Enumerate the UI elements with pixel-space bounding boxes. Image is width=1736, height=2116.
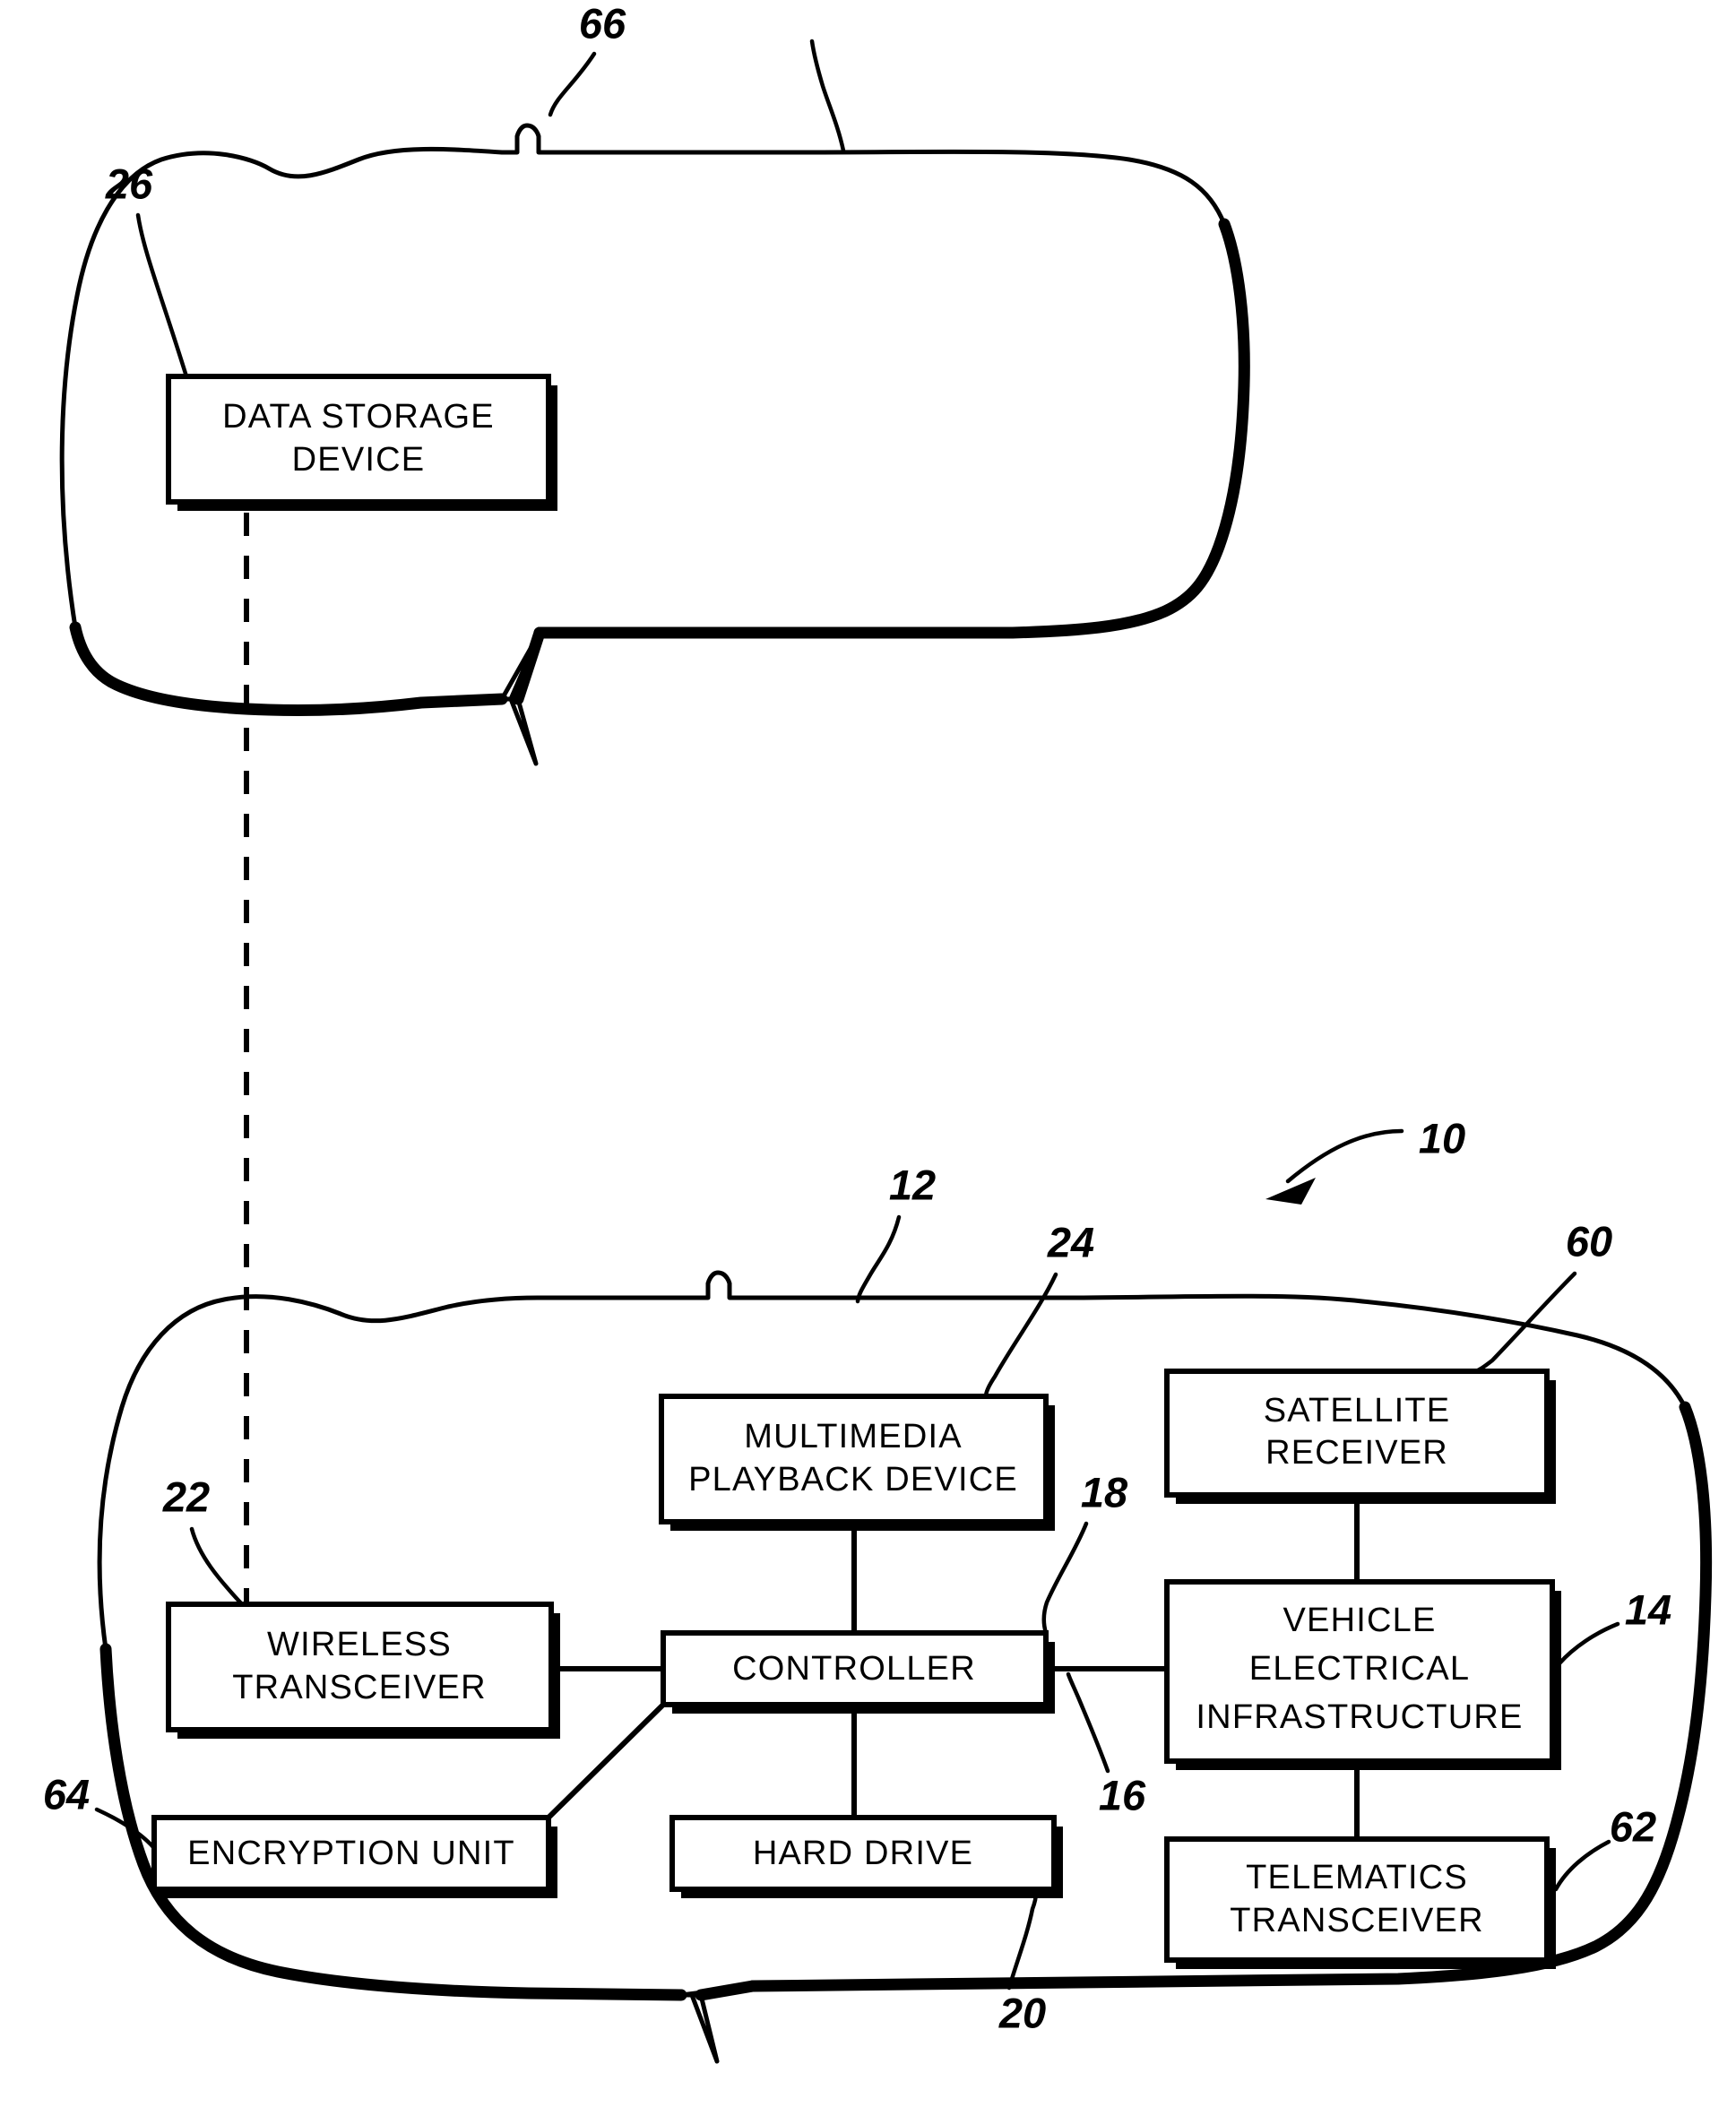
block-encryption-unit[interactable]: ENCRYPTION UNIT xyxy=(151,1815,557,1898)
patent-figure: 66 DATA STORAGE DEVICE 26 12 10 MULTIMED… xyxy=(0,0,1736,2116)
ref-24-leader-line xyxy=(983,1272,1058,1399)
controller-label: CONTROLLER xyxy=(732,1650,976,1688)
data-storage-device-label-line1: DATA STORAGE xyxy=(222,398,495,436)
encryption-unit-label: ENCRYPTION UNIT xyxy=(187,1835,515,1872)
ref-10-arrow-head xyxy=(1265,1178,1316,1205)
data-storage-device-box[interactable] xyxy=(166,374,551,505)
satellite-receiver-label-line1: SATELLITE xyxy=(1264,1392,1451,1429)
multimedia-playback-device-label-line1: MULTIMEDIA xyxy=(744,1418,963,1455)
diagram-canvas: 66 DATA STORAGE DEVICE 26 12 10 MULTIMED… xyxy=(43,0,1713,2064)
ref-numeral-26: 26 xyxy=(105,160,153,207)
ref-numeral-66: 66 xyxy=(579,0,626,47)
block-hard-drive[interactable]: HARD DRIVE xyxy=(669,1815,1063,1898)
connector-encryption-to-controller xyxy=(544,1700,668,1822)
block-controller[interactable]: CONTROLLER xyxy=(661,1630,1055,1714)
ref-numeral-14: 14 xyxy=(1625,1585,1671,1633)
block-satellite-receiver[interactable]: SATELLITE RECEIVER xyxy=(1164,1369,1556,1504)
ref-26-leader-line xyxy=(135,212,189,379)
ref-66-leader xyxy=(809,39,846,153)
ref-numeral-20: 20 xyxy=(998,1989,1046,2036)
block-multimedia-playback-device[interactable]: MULTIMEDIA PLAYBACK DEVICE xyxy=(659,1394,1055,1531)
wireless-transceiver-label-line1: WIRELESS xyxy=(267,1626,452,1663)
ref-numeral-22: 22 xyxy=(162,1473,210,1520)
block-data-storage-device[interactable]: DATA STORAGE DEVICE xyxy=(166,374,557,511)
hard-drive-label: HARD DRIVE xyxy=(753,1835,973,1872)
ref-12-leader-line xyxy=(855,1214,902,1304)
wireless-transceiver-label-line2: TRANSCEIVER xyxy=(232,1669,486,1706)
ref-numeral-10: 10 xyxy=(1419,1114,1465,1162)
vei-label-line3: INFRASTRUCTURE xyxy=(1196,1698,1523,1736)
telematics-transceiver-label-line2: TRANSCEIVER xyxy=(1230,1902,1483,1939)
ref-numeral-24: 24 xyxy=(1047,1218,1094,1265)
ref-numeral-62: 62 xyxy=(1610,1802,1656,1850)
ref-numeral-60: 60 xyxy=(1566,1217,1612,1265)
block-vehicle-electrical-infrastructure[interactable]: VEHICLE ELECTRICAL INFRASTRUCTURE xyxy=(1164,1579,1561,1770)
wireless-transceiver-box[interactable] xyxy=(166,1602,554,1732)
ref-10-arrow-line xyxy=(1285,1128,1404,1184)
ref-numeral-18: 18 xyxy=(1081,1468,1128,1516)
ref-numeral-12: 12 xyxy=(889,1161,936,1208)
ref-66-leader-line xyxy=(548,51,597,117)
ref-14-leader-line xyxy=(1557,1621,1620,1666)
vei-label-line2: ELECTRICAL xyxy=(1249,1650,1470,1688)
telematics-transceiver-box[interactable] xyxy=(1164,1836,1550,1963)
ref-18-leader-line xyxy=(1041,1521,1089,1636)
satellite-receiver-label-line2: RECEIVER xyxy=(1265,1434,1448,1472)
ref-numeral-64: 64 xyxy=(43,1770,90,1818)
block-telematics-transceiver[interactable]: TELEMATICS TRANSCEIVER xyxy=(1164,1836,1556,1969)
ref-22-leader-line xyxy=(189,1526,245,1607)
ref-62-leader-line xyxy=(1553,1839,1611,1892)
multimedia-playback-device-box[interactable] xyxy=(659,1394,1049,1524)
satellite-receiver-box[interactable] xyxy=(1164,1369,1550,1498)
ref-16-leader-line xyxy=(1066,1671,1110,1774)
ref-numeral-16: 16 xyxy=(1099,1771,1146,1818)
block-wireless-transceiver[interactable]: WIRELESS TRANSCEIVER xyxy=(166,1602,560,1739)
multimedia-playback-device-label-line2: PLAYBACK DEVICE xyxy=(688,1461,1018,1498)
ref-20-leader-line xyxy=(1006,1890,1039,1991)
data-storage-device-label-line2: DEVICE xyxy=(292,441,426,479)
vei-label-line1: VEHICLE xyxy=(1283,1602,1436,1639)
telematics-transceiver-label-line1: TELEMATICS xyxy=(1246,1859,1468,1896)
